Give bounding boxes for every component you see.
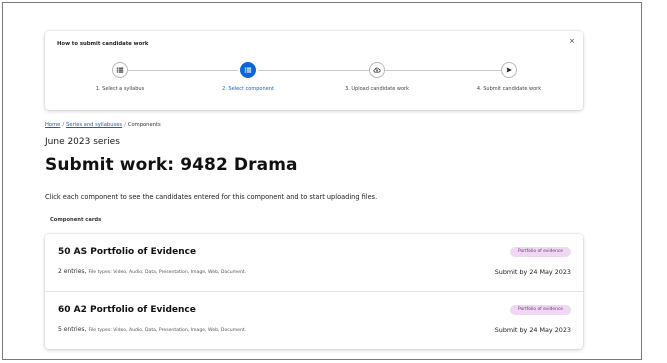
step-3-cloud-upload-icon [369,62,385,78]
step-connector [385,70,502,71]
component-card[interactable]: 50 AS Portfolio of Evidence 2 entries, Fi… [45,234,583,291]
page-frame: How to submit candidate work × 1. Select… [2,2,642,360]
page-title: Submit work: 9482 Drama [45,155,298,175]
step-connector [258,70,375,71]
step-1-list-icon [112,62,128,78]
card-meta: 5 entries, File types: Video, Audio, Data… [58,326,246,333]
card-deadline: Submit by 24 May 2023 [494,326,571,334]
component-card[interactable]: 60 A2 Portfolio of Evidence 5 entries, Fi… [45,291,583,348]
cards-heading: Component cards [50,217,102,223]
card-meta: 2 entries, File types: Video, Audio, Data… [58,268,246,275]
step-connector [128,70,238,71]
step-1-label: 1. Select a syllabus [95,86,145,92]
step-3-label: 3. Upload candidate work [345,86,409,92]
component-cards: 50 AS Portfolio of Evidence 2 entries, Fi… [45,234,583,349]
breadcrumb-separator: / [124,122,126,128]
card-file-types: File types: Video, Audio, Data, Presenta… [88,270,247,275]
component-type-badge: Portfolio of evidence [510,247,571,257]
component-type-badge: Portfolio of evidence [510,305,571,315]
card-title: 50 AS Portfolio of Evidence [58,247,197,257]
series-label: June 2023 series [45,137,120,147]
submission-steps-panel: How to submit candidate work × 1. Select… [45,31,583,110]
step-4-label: 4. Submit candidate work [476,86,542,92]
step-4-send-icon [501,62,517,78]
breadcrumb-home-link[interactable]: Home [45,122,60,128]
steps-panel-title: How to submit candidate work [57,41,149,47]
breadcrumb: Home / Series and syllabuses / Components [45,122,161,128]
step-2-label: 2. Select component [222,86,274,92]
breadcrumb-series-link[interactable]: Series and syllabuses [66,122,122,128]
intro-text: Click each component to see the candidat… [45,193,378,201]
close-button[interactable]: × [569,37,575,45]
step-2-list-icon [240,62,256,78]
breadcrumb-current: Components [127,122,161,128]
card-title: 60 A2 Portfolio of Evidence [58,305,196,315]
breadcrumb-separator: / [62,122,65,128]
card-entries: 2 entries, [58,268,87,275]
card-deadline: Submit by 24 May 2023 [494,268,571,276]
card-entries: 5 entries, [58,326,87,333]
card-file-types: File types: Video, Audio, Data, Presenta… [88,328,247,333]
